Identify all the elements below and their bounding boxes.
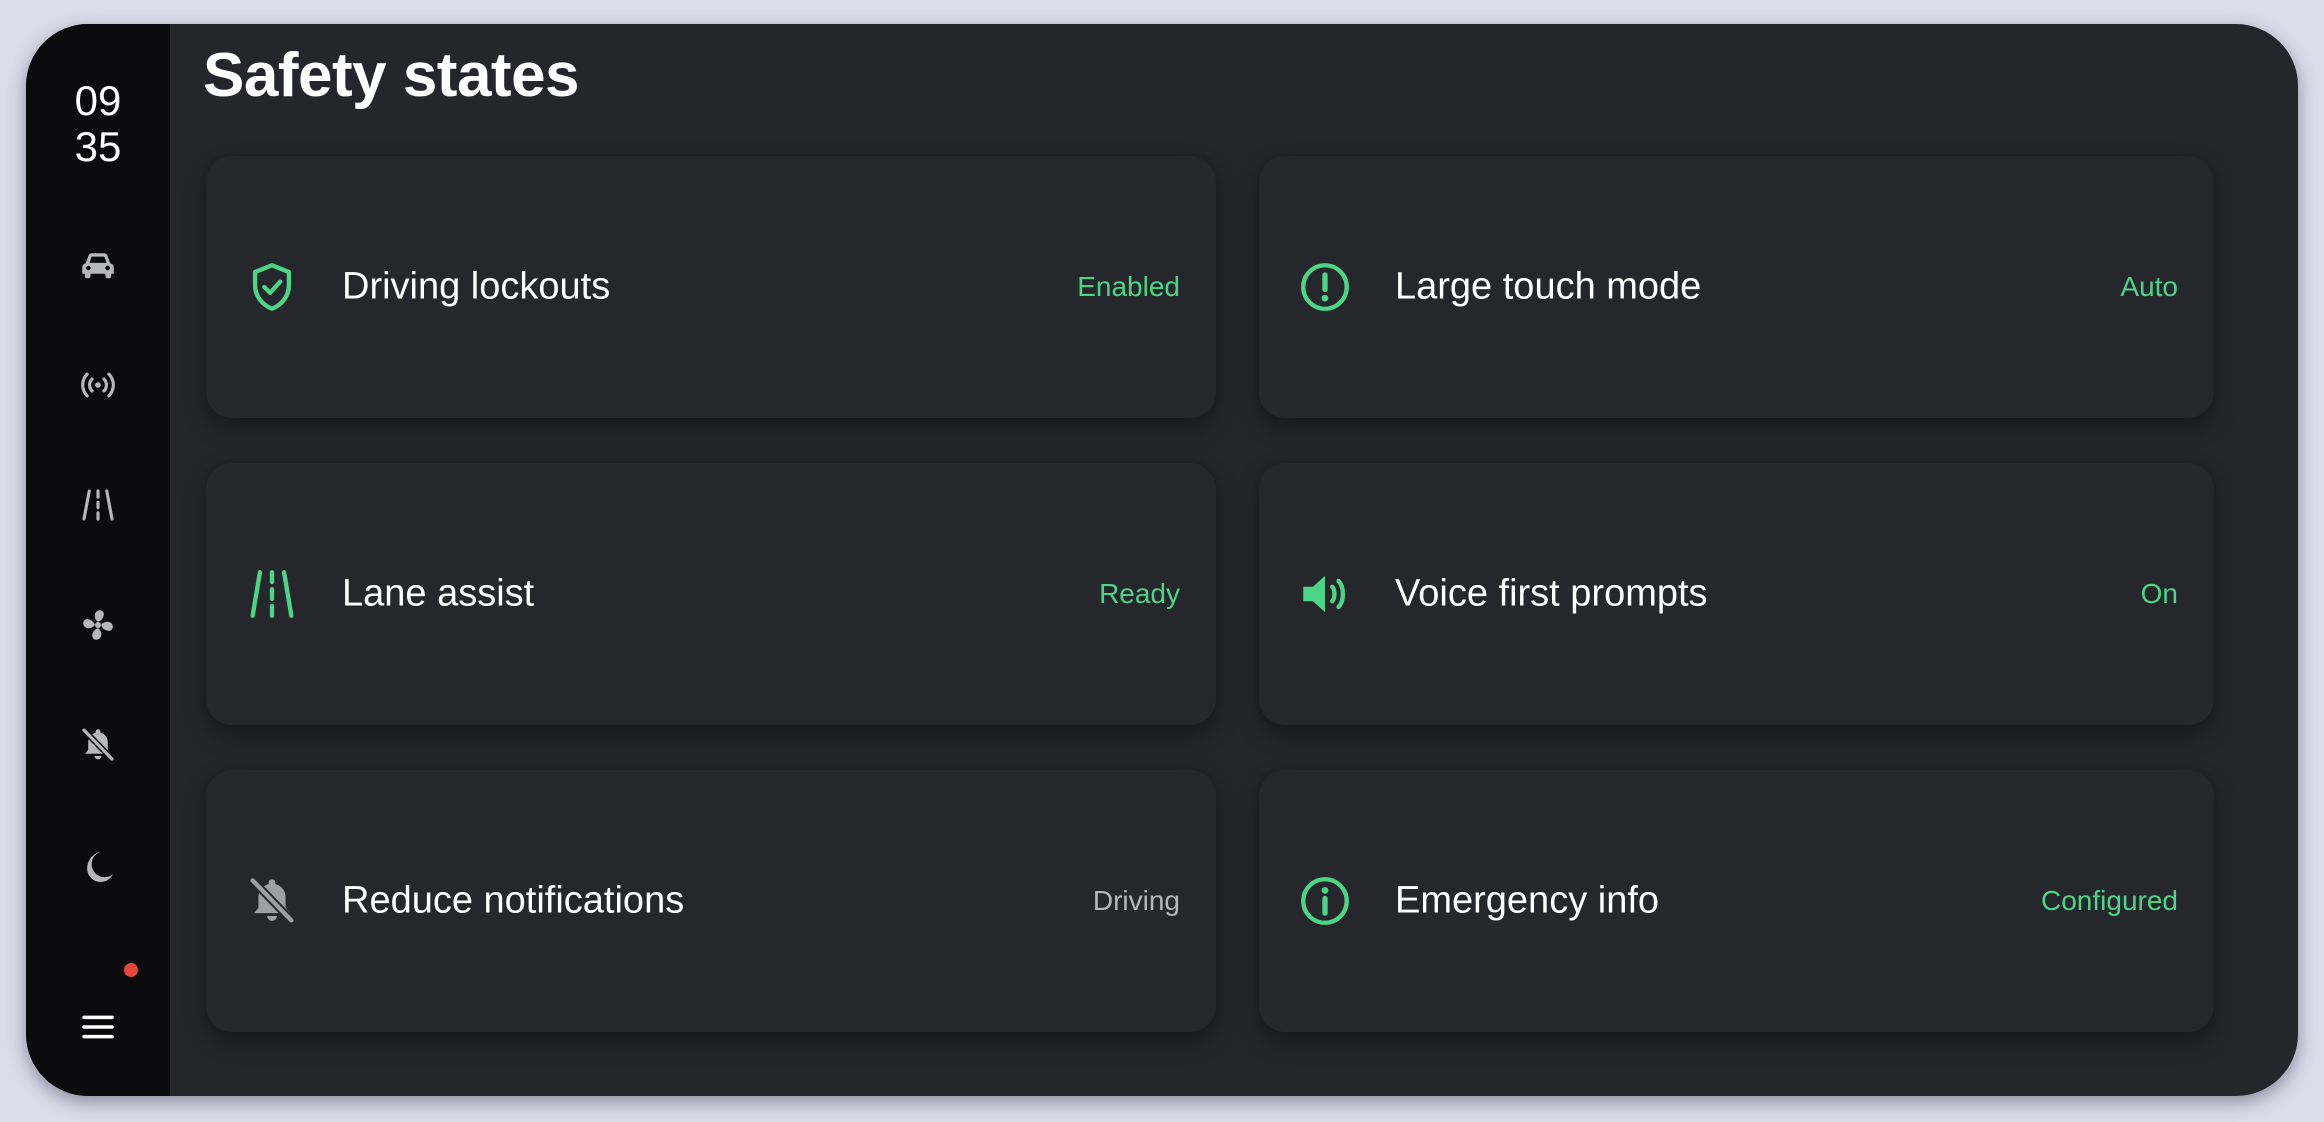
card-status: Enabled xyxy=(1077,271,1180,302)
notification-badge xyxy=(124,963,138,977)
card-icon-wrapper xyxy=(242,871,302,931)
card-icon-wrapper xyxy=(242,257,302,317)
sidebar-item-connectivity[interactable] xyxy=(63,350,133,420)
card-status: On xyxy=(2140,578,2178,609)
card-icon-wrapper xyxy=(1295,257,1355,317)
sidebar-item-climate[interactable] xyxy=(63,590,133,660)
card-status: Ready xyxy=(1099,578,1180,609)
shield-check-icon xyxy=(252,263,292,311)
card-status: Auto xyxy=(2120,271,2178,302)
card-label: Large touch mode xyxy=(1395,265,1702,308)
sidebar-item-road[interactable] xyxy=(63,470,133,540)
card-status: Configured xyxy=(2041,885,2178,916)
menu-icon xyxy=(82,1015,114,1039)
speaker-icon xyxy=(1303,575,1346,613)
lane-icon xyxy=(250,570,294,618)
card-label: Voice first prompts xyxy=(1395,572,1708,615)
clock-hours: 09 xyxy=(74,77,122,124)
sidebar: 09 35 xyxy=(26,24,170,1096)
broadcast-icon xyxy=(81,372,115,398)
info-circle-icon xyxy=(1301,877,1349,925)
alert-circle-icon xyxy=(1301,263,1349,311)
card-label: Lane assist xyxy=(342,572,535,615)
car-icon xyxy=(82,253,114,279)
card-voice-first-prompts[interactable]: Voice first prompts On xyxy=(1259,463,2214,725)
card-large-touch-mode[interactable]: Large touch mode Auto xyxy=(1259,156,2214,418)
moon-icon xyxy=(87,851,113,882)
sidebar-item-vehicle[interactable] xyxy=(63,230,133,300)
clock-minutes: 35 xyxy=(74,123,122,170)
safety-states-grid: Driving lockouts Enabled Large touch mod… xyxy=(206,156,2214,1032)
card-icon-wrapper xyxy=(1295,871,1355,931)
card-lane-assist[interactable]: Lane assist Ready xyxy=(206,463,1216,725)
card-status: Driving xyxy=(1092,885,1180,916)
card-driving-lockouts[interactable]: Driving lockouts Enabled xyxy=(206,156,1216,418)
card-icon-wrapper xyxy=(242,564,302,624)
card-emergency-info[interactable]: Emergency info Configured xyxy=(1259,770,2214,1032)
card-icon-wrapper xyxy=(1295,564,1355,624)
sidebar-item-menu[interactable] xyxy=(63,992,133,1062)
page-title: Safety states xyxy=(203,41,580,110)
sidebar-item-night-mode[interactable] xyxy=(63,830,133,900)
card-label: Reduce notifications xyxy=(342,879,685,922)
card-label: Emergency info xyxy=(1395,879,1660,922)
bell-off-icon xyxy=(248,876,296,925)
bell-off-icon xyxy=(81,727,115,762)
fan-icon xyxy=(83,610,113,640)
clock: 09 35 xyxy=(26,78,170,170)
sidebar-item-notifications[interactable] xyxy=(63,710,133,780)
road-icon xyxy=(82,489,114,521)
card-reduce-notifications[interactable]: Reduce notifications Driving xyxy=(206,770,1216,1032)
card-label: Driving lockouts xyxy=(342,265,611,308)
